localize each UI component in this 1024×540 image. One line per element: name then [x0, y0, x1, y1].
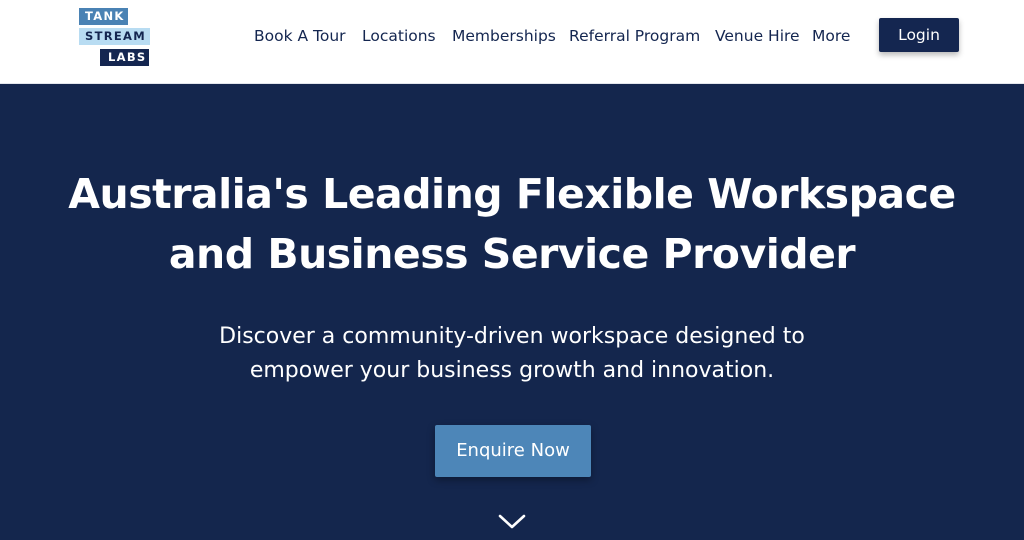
hero-subtitle-line-1: Discover a community-driven workspace de… [219, 324, 805, 349]
nav-referral-program[interactable]: Referral Program [569, 24, 700, 48]
hero-subtitle-line-2: empower your business growth and innovat… [249, 358, 775, 383]
logo-word-tank: TANK [79, 8, 128, 25]
hero-section: Australia's Leading Flexible Workspace a… [0, 84, 1024, 540]
hero-subtitle: Discover a community-driven workspace de… [140, 320, 884, 388]
enquire-now-button[interactable]: Enquire Now [435, 425, 591, 477]
nav-locations[interactable]: Locations [362, 24, 436, 48]
login-button[interactable]: Login [879, 18, 959, 52]
nav-venue-hire[interactable]: Venue Hire [715, 24, 800, 48]
hero-headline: Australia's Leading Flexible Workspace a… [40, 164, 984, 284]
hero-headline-line-1: Australia's Leading Flexible Workspace [68, 170, 956, 218]
hero-headline-line-2: and Business Service Provider [168, 230, 856, 278]
logo-word-labs: LABS [100, 49, 149, 66]
chevron-down-icon[interactable] [498, 514, 526, 530]
nav-more[interactable]: More [812, 24, 850, 48]
site-header: TANK STREAM LABS Book A Tour Locations M… [0, 0, 1024, 84]
nav-memberships[interactable]: Memberships [452, 24, 556, 48]
nav-book-a-tour[interactable]: Book A Tour [254, 24, 346, 48]
main-nav: Book A Tour Locations Memberships Referr… [0, 24, 1024, 48]
